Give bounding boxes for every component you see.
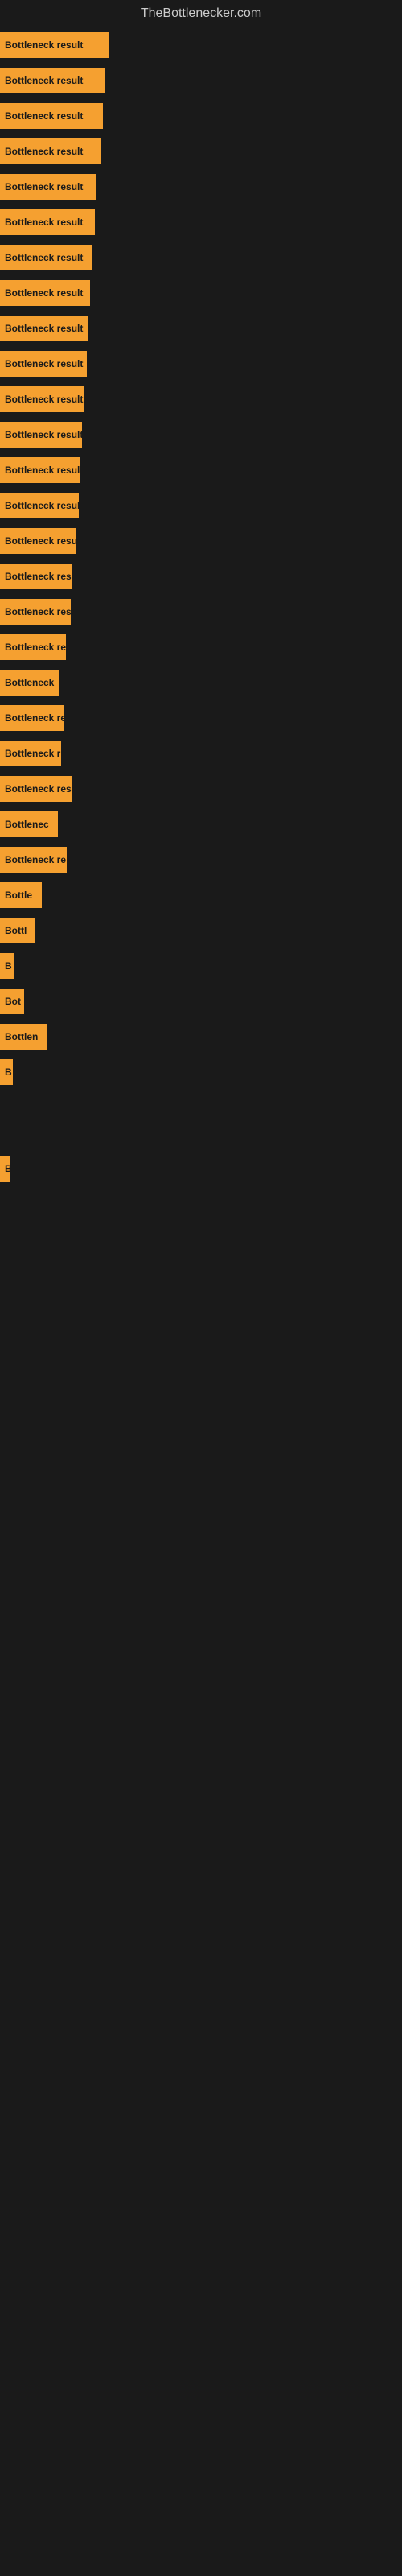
bar-row: Bottleneck result (0, 523, 402, 559)
result-bar: Bottleneck result (0, 316, 88, 341)
bar-row: Bottlen (0, 1019, 402, 1055)
bar-row: Bottleneck result (0, 346, 402, 382)
result-bar: Bot (0, 989, 24, 1014)
result-bar: Bottleneck result (0, 138, 100, 164)
bar-label: Bottleneck r (5, 748, 60, 759)
bar-row (0, 1217, 402, 1248)
bar-row: Bottleneck result (0, 275, 402, 311)
result-bar: Bottleneck result (0, 174, 96, 200)
bar-row: Bottleneck result (0, 488, 402, 523)
bar-label: B (5, 1067, 12, 1078)
bar-row: Bottleneck result (0, 417, 402, 452)
bar-row: Bottleneck result (0, 382, 402, 417)
bar-label: Bottleneck result (5, 110, 83, 122)
result-bar: Bottleneck result (0, 599, 71, 625)
bar-label: Bottlen (5, 1031, 38, 1042)
bar-label: B (5, 1163, 10, 1174)
result-bar: Bottleneck result (0, 32, 109, 58)
bars-container: Bottleneck result Bottleneck result Bottle… (0, 27, 402, 1248)
bar-label: B (5, 960, 12, 972)
result-bar: B (0, 953, 14, 979)
bar-row: Bottleneck result (0, 311, 402, 346)
bar-row: Bottleneck result (0, 204, 402, 240)
bar-row: Bottleneck result (0, 594, 402, 630)
bar-label: Bot (5, 996, 21, 1007)
bar-row: Bottleneck re (0, 842, 402, 877)
bar-label: Bottleneck (5, 677, 54, 688)
bar-row: Bottleneck result (0, 240, 402, 275)
result-bar: Bottleneck result (0, 280, 90, 306)
result-bar: Bottleneck result (0, 457, 80, 483)
bar-row: Bottl (0, 913, 402, 948)
bar-row (0, 1121, 402, 1151)
result-bar: Bottleneck result (0, 351, 87, 377)
bar-row: B (0, 1055, 402, 1090)
result-bar: Bottleneck resu (0, 776, 72, 802)
bar-label: Bottleneck result (5, 429, 82, 440)
bar-row: Bottleneck result (0, 134, 402, 169)
bar-label: Bottleneck result (5, 606, 71, 617)
bar-row: Bot (0, 984, 402, 1019)
bar-label: Bottleneck result (5, 323, 83, 334)
bar-row: B (0, 1151, 402, 1187)
bar-row: Bottleneck resu (0, 771, 402, 807)
bar-label: Bottleneck result (5, 39, 83, 51)
bar-row: Bottleneck re (0, 630, 402, 665)
bar-label: Bottleneck re (5, 642, 66, 653)
bar-row: Bottleneck resu (0, 559, 402, 594)
result-bar: Bottle (0, 882, 42, 908)
bar-label: Bottleneck result (5, 181, 83, 192)
bar-label: Bottleneck res (5, 712, 64, 724)
result-bar: B (0, 1059, 13, 1085)
bar-row: Bottleneck result (0, 27, 402, 63)
bar-label: Bottleneck result (5, 75, 83, 86)
bar-label: Bottleneck result (5, 358, 83, 369)
bar-label: Bottl (5, 925, 27, 936)
bar-row (0, 1187, 402, 1217)
bar-label: Bottle (5, 890, 32, 901)
bar-label: Bottleneck result (5, 217, 83, 228)
bar-row: Bottleneck res (0, 700, 402, 736)
result-bar: Bottleneck r (0, 741, 61, 766)
bar-label: Bottleneck result (5, 252, 83, 263)
bar-label: Bottleneck result (5, 535, 76, 547)
bar-label: Bottleneck re (5, 854, 66, 865)
result-bar: Bottlenec (0, 811, 58, 837)
bar-row: Bottleneck result (0, 98, 402, 134)
bar-row (0, 1090, 402, 1121)
result-bar: B (0, 1156, 10, 1182)
result-bar: Bottleneck result (0, 528, 76, 554)
bar-label: Bottleneck resu (5, 571, 72, 582)
bar-label: Bottleneck result (5, 500, 79, 511)
bar-label: Bottlenec (5, 819, 49, 830)
bar-row: Bottleneck (0, 665, 402, 700)
bar-row: Bottleneck result (0, 452, 402, 488)
result-bar: Bottleneck result (0, 245, 92, 270)
bar-row: Bottle (0, 877, 402, 913)
result-bar: Bottleneck result (0, 68, 105, 93)
bar-label: Bottleneck result (5, 287, 83, 299)
result-bar: Bottleneck re (0, 634, 66, 660)
bar-row: Bottlenec (0, 807, 402, 842)
bar-row: Bottleneck result (0, 169, 402, 204)
bar-row: B (0, 948, 402, 984)
result-bar: Bottleneck result (0, 209, 95, 235)
result-bar: Bottleneck re (0, 847, 67, 873)
site-title: TheBottlenecker.com (0, 0, 402, 27)
bar-label: Bottleneck resu (5, 783, 72, 795)
result-bar: Bottleneck result (0, 386, 84, 412)
result-bar: Bottleneck (0, 670, 59, 696)
result-bar: Bottleneck result (0, 422, 82, 448)
bar-row: Bottleneck r (0, 736, 402, 771)
result-bar: Bottleneck result (0, 103, 103, 129)
result-bar: Bottlen (0, 1024, 47, 1050)
bar-label: Bottleneck result (5, 394, 83, 405)
result-bar: Bottl (0, 918, 35, 943)
result-bar: Bottleneck resu (0, 564, 72, 589)
result-bar: Bottleneck res (0, 705, 64, 731)
bar-label: Bottleneck result (5, 464, 80, 476)
result-bar: Bottleneck result (0, 493, 79, 518)
bar-row: Bottleneck result (0, 63, 402, 98)
bar-label: Bottleneck result (5, 146, 83, 157)
